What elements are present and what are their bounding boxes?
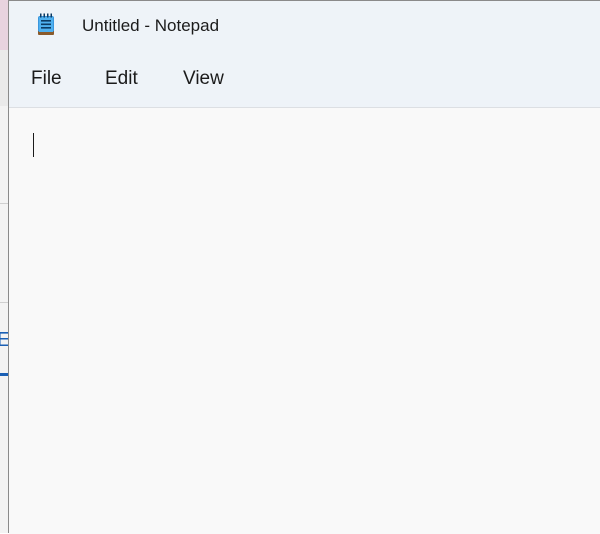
window-title: Untitled - Notepad — [82, 16, 220, 35]
title-bar[interactable]: Untitled - Notepad — [9, 1, 600, 51]
text-caret — [33, 133, 34, 157]
menu-view[interactable]: View — [179, 67, 228, 91]
notepad-icon — [36, 13, 56, 37]
desktop: E Untitled - Notepad File Edit View — [0, 0, 600, 534]
menu-file[interactable]: File — [27, 67, 66, 91]
editor-content[interactable] — [33, 132, 590, 524]
menu-edit[interactable]: Edit — [101, 67, 142, 91]
menu-bar: File Edit View — [9, 51, 600, 108]
text-editor-area[interactable] — [9, 108, 600, 534]
notepad-window[interactable]: Untitled - Notepad File Edit View — [8, 0, 600, 534]
